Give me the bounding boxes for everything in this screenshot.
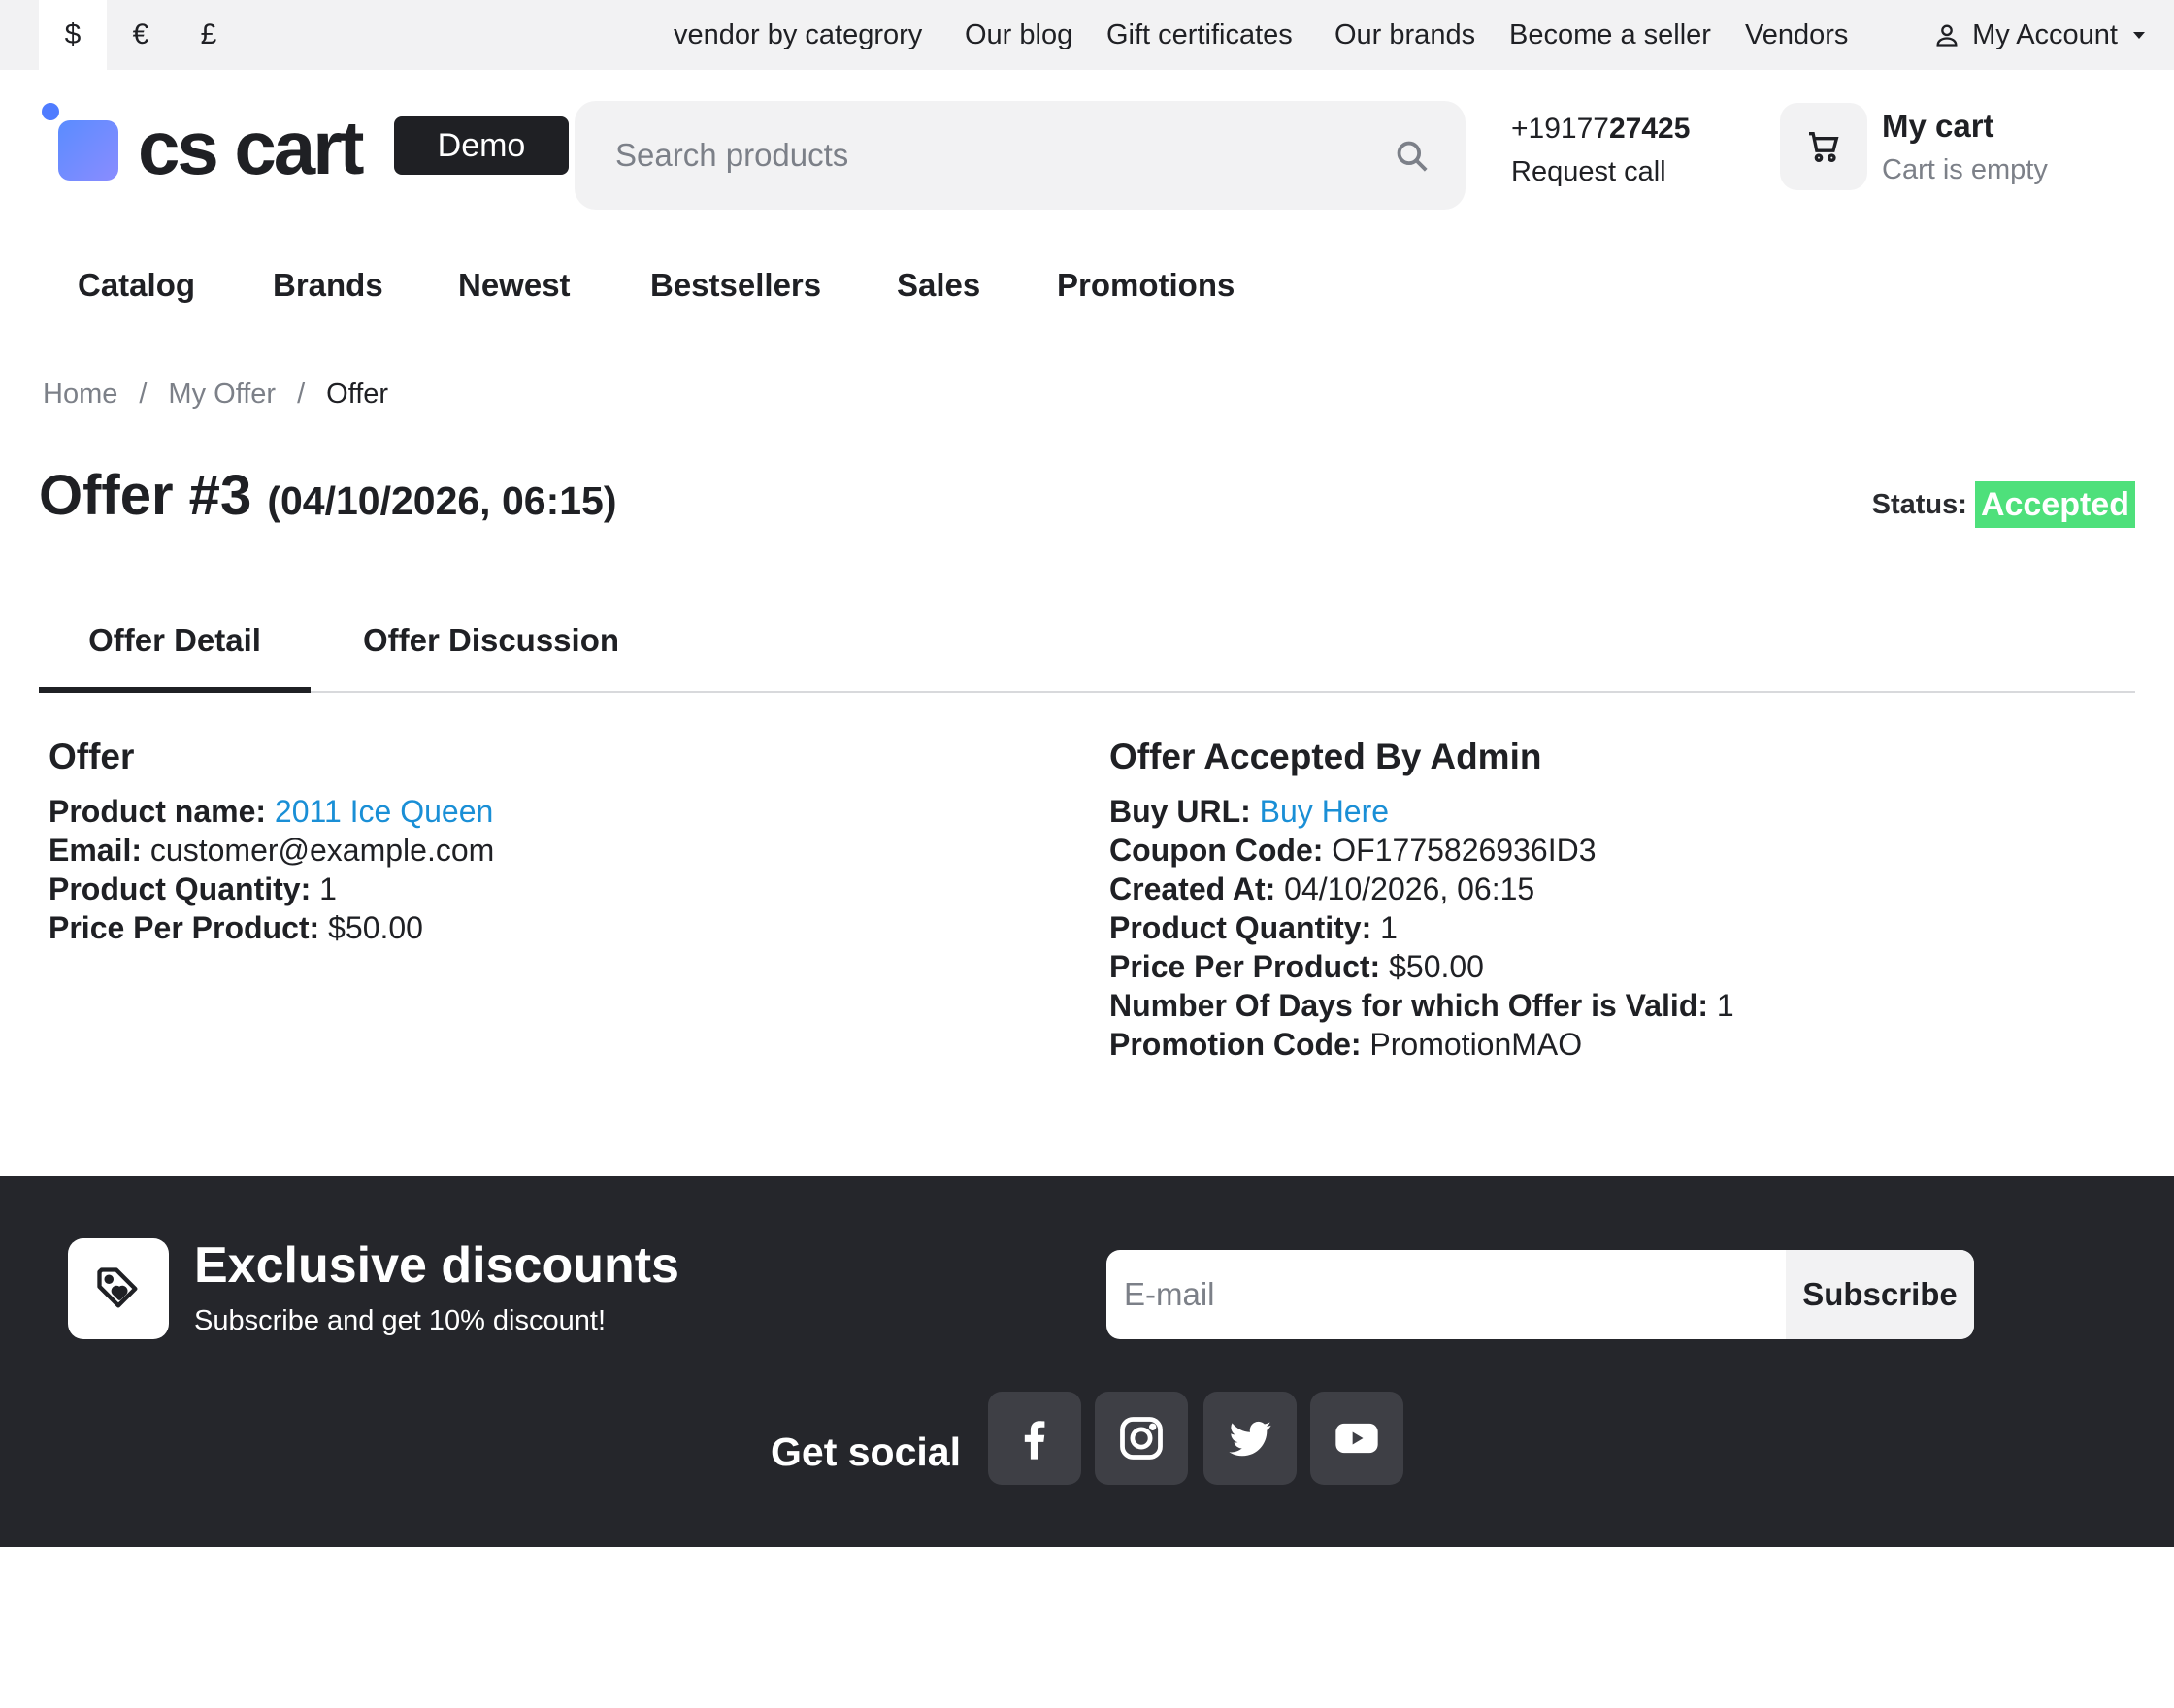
created-at-row: Created At: 04/10/2026, 06:15	[1109, 871, 1535, 906]
offer-heading: Offer	[49, 737, 135, 776]
price-per-product-row: Price Per Product: $50.00	[49, 910, 423, 945]
breadcrumb-separator: /	[139, 378, 148, 410]
cart-icon	[1809, 132, 1839, 162]
link-our-blog[interactable]: Our blog	[965, 0, 1072, 70]
logo[interactable]: cs cart Demo	[39, 101, 569, 190]
product-quantity-row: Product Quantity: 1	[1109, 910, 1398, 945]
search-icon[interactable]	[1394, 138, 1431, 175]
currency-gbp[interactable]: £	[175, 0, 243, 70]
footer: Exclusive discounts Subscribe and get 10…	[0, 1176, 2174, 1547]
nav-newest[interactable]: Newest	[458, 256, 571, 314]
breadcrumb-separator: /	[297, 378, 306, 410]
link-vendors[interactable]: Vendors	[1745, 0, 1848, 70]
link-vendor-by-category[interactable]: vendor by categrory	[674, 0, 922, 70]
accepted-heading: Offer Accepted By Admin	[1109, 737, 1542, 776]
buy-url-row: Buy URL: Buy Here	[1109, 794, 1390, 829]
cart-title[interactable]: My cart	[1882, 105, 1994, 148]
link-become-a-seller[interactable]: Become a seller	[1509, 0, 1711, 70]
logo-dot	[42, 103, 59, 120]
subscribe-button[interactable]: Subscribe	[1786, 1250, 1974, 1339]
tag-heart-icon	[97, 1267, 138, 1308]
coupon-code-row: Coupon Code: OF1775826936ID3	[1109, 833, 1597, 868]
facebook-button[interactable]	[988, 1392, 1081, 1485]
tab-offer-discussion[interactable]: Offer Discussion	[336, 602, 646, 693]
status-badge: Accepted	[1974, 481, 2135, 528]
request-call-link[interactable]: Request call	[1511, 151, 1666, 192]
youtube-icon	[1335, 1423, 1378, 1454]
email-row: Email: customer@example.com	[49, 833, 495, 868]
cart-status: Cart is empty	[1882, 154, 2048, 185]
user-icon	[1936, 24, 1958, 47]
subscribe-form: Subscribe	[1106, 1250, 1974, 1339]
tab-offer-detail[interactable]: Offer Detail	[39, 602, 311, 693]
product-quantity-row: Product Quantity: 1	[49, 871, 337, 906]
offer-title: Offer #3	[39, 464, 252, 527]
status-label: Status:	[1871, 488, 1967, 520]
search-bar	[575, 101, 1466, 210]
promotion-code-row: Promotion Code: PromotionMAO	[1109, 1027, 1583, 1062]
discount-title: Exclusive discounts	[194, 1237, 679, 1294]
cart-button[interactable]	[1780, 103, 1867, 190]
nav-brands[interactable]: Brands	[273, 256, 383, 314]
nav-bestsellers[interactable]: Bestsellers	[650, 256, 821, 314]
nav-catalog[interactable]: Catalog	[78, 256, 195, 314]
admin-acceptance-panel: Offer Accepted By Admin Buy URL: Buy Her…	[1109, 732, 1734, 1064]
phone-number: +1917727425	[1511, 113, 1691, 145]
logo-text: cs cart	[138, 105, 365, 190]
twitter-button[interactable]	[1203, 1392, 1297, 1485]
link-our-brands[interactable]: Our brands	[1334, 0, 1475, 70]
offer-tabs: Offer Detail Offer Discussion	[39, 602, 2135, 693]
logo-demo-badge: Demo	[394, 116, 569, 175]
discount-badge	[68, 1238, 169, 1339]
page-title: Offer #3 (04/10/2026, 06:15)	[39, 460, 616, 537]
chevron-down-icon	[2133, 31, 2145, 39]
price-per-product-row: Price Per Product: $50.00	[1109, 949, 1484, 984]
offer-date: (04/10/2026, 06:15)	[267, 478, 617, 523]
subscribe-email-input[interactable]	[1124, 1269, 1764, 1320]
product-link[interactable]: 2011 Ice Queen	[275, 794, 493, 829]
link-gift-certificates[interactable]: Gift certificates	[1106, 0, 1293, 70]
facebook-icon	[1024, 1421, 1045, 1460]
currency-eur[interactable]: €	[107, 0, 175, 70]
instagram-icon	[1120, 1417, 1163, 1460]
top-bar: $ € £ vendor by categrory Our blog Gift …	[0, 0, 2174, 70]
my-account-label: My Account	[1972, 19, 2118, 50]
product-name-row: Product name: 2011 Ice Queen	[49, 794, 494, 829]
discount-subtitle: Subscribe and get 10% discount!	[194, 1305, 606, 1336]
breadcrumb-home[interactable]: Home	[43, 373, 117, 415]
youtube-button[interactable]	[1310, 1392, 1403, 1485]
breadcrumb-my-offer[interactable]: My Offer	[168, 373, 276, 415]
search-input[interactable]	[615, 130, 1372, 181]
get-social-label: Get social	[771, 1429, 961, 1474]
valid-days-row: Number Of Days for which Offer is Valid:…	[1109, 988, 1734, 1023]
breadcrumb-current: Offer	[326, 378, 389, 410]
offer-status: Status: Accepted	[1872, 481, 2135, 528]
twitter-icon	[1229, 1421, 1271, 1457]
buy-here-link[interactable]: Buy Here	[1260, 794, 1389, 829]
currency-usd[interactable]: $	[39, 0, 107, 70]
my-account-menu[interactable]: My Account	[1933, 0, 2145, 70]
nav-sales[interactable]: Sales	[897, 256, 980, 314]
instagram-button[interactable]	[1095, 1392, 1188, 1485]
nav-promotions[interactable]: Promotions	[1057, 256, 1235, 314]
offer-details-panel: Offer Product name: 2011 Ice Queen Email…	[49, 732, 494, 947]
logo-mark	[58, 120, 118, 181]
breadcrumb: Home / My Offer / Offer	[43, 373, 388, 415]
